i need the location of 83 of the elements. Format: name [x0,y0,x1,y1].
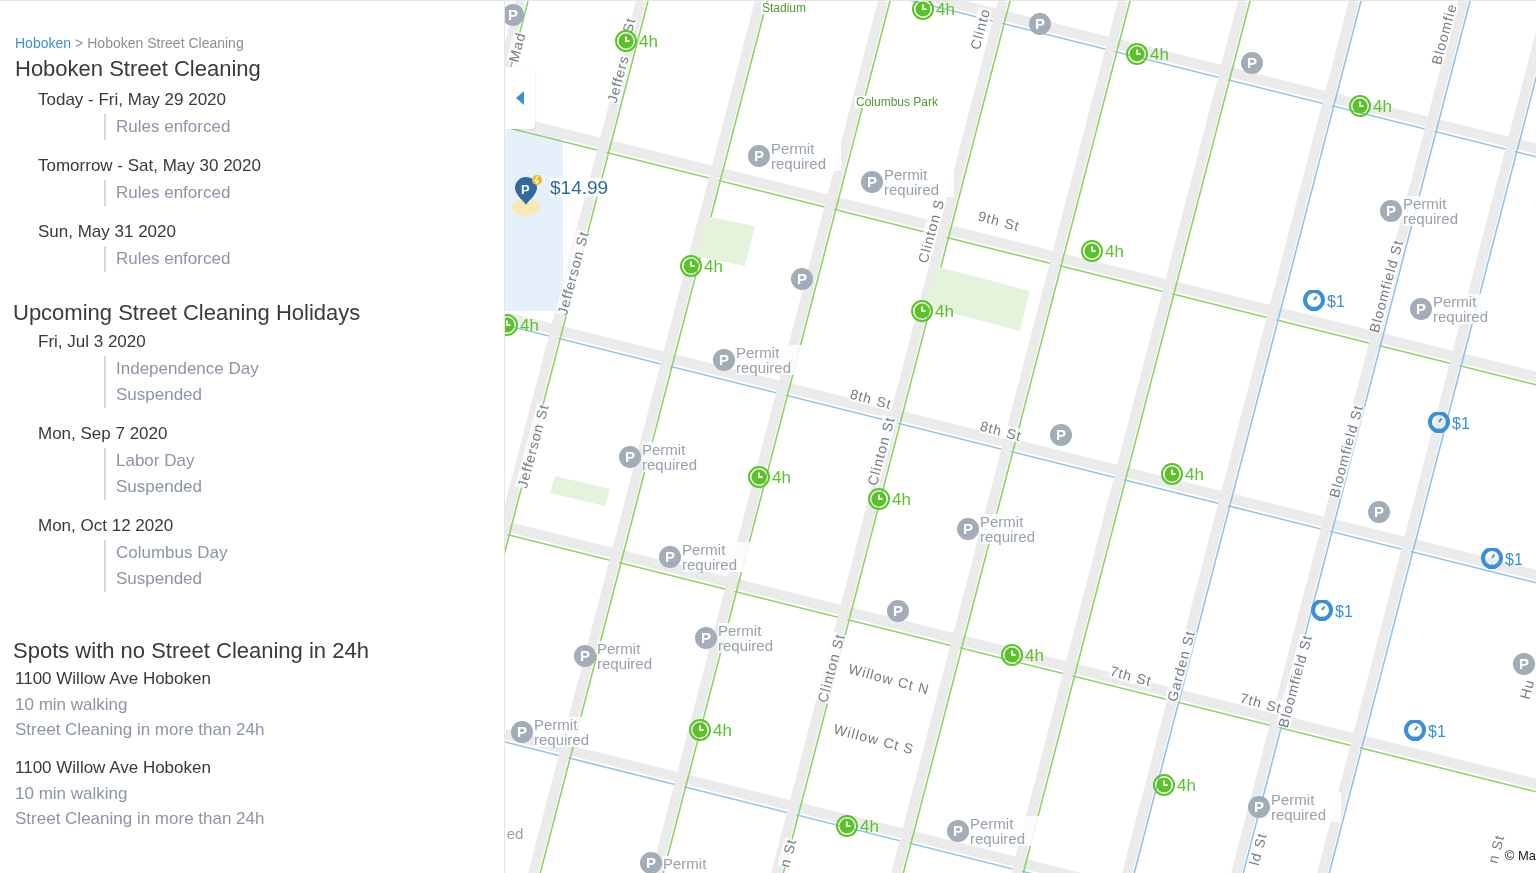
parking-marker[interactable]: P [1029,13,1051,35]
status-text: Suspended [116,568,204,590]
clock-icon [689,719,711,741]
street-label: Clinton St [815,632,847,704]
clock-icon [911,300,933,322]
time-limit-marker[interactable]: 4h [1161,463,1204,485]
time-limit-marker[interactable]: 4h [1153,774,1196,796]
parking-meter-icon [1303,290,1325,314]
clock-icon [868,488,890,510]
time-limit-marker[interactable]: 4h [748,466,791,488]
map-text: ed [506,825,524,841]
cleaning-note: Street Cleaning in more than 24h [15,719,266,741]
time-limit-marker[interactable]: 4h [505,314,539,336]
meter-price-marker[interactable]: $1 [1428,412,1470,436]
date-label: Today - Fri, May 29 2020 [38,89,228,111]
parking-marker[interactable]: P [1241,52,1263,74]
date-label: Tomorrow - Sat, May 30 2020 [38,155,262,177]
clock-icon [1001,644,1023,666]
time-limit-marker[interactable]: 4h [868,488,911,510]
status-text: Rules enforced [116,116,232,138]
date-label: Mon, Sep 7 2020 [38,423,169,445]
parking-marker[interactable]: P [1050,424,1072,446]
status-text: Columbus Day [116,542,229,564]
parking-marker[interactable]: P [505,4,524,26]
meter-price-marker[interactable]: $1 [1404,720,1446,744]
parking-marker[interactable]: P [1368,501,1390,523]
clock-icon [912,1,934,20]
status-text: Suspended [116,476,204,498]
breadcrumb-link[interactable]: Hoboken [15,33,72,53]
time-limit-marker[interactable]: 4h [836,815,879,837]
street-label: Willow Ct S [832,721,916,757]
clock-icon [1153,774,1175,796]
clock-icon [1081,240,1103,262]
parking-meter-icon [1404,720,1426,744]
meter-price-marker[interactable]: $1 [1303,290,1345,314]
section-heading: Spots with no Street Cleaning in 24h [13,637,370,665]
spot-address[interactable]: 1100 Willow Ave Hoboken [15,755,504,781]
status-text: Rules enforced [116,182,232,204]
status-text: Suspended [116,384,204,406]
time-limit-marker[interactable]: 4h [689,719,732,741]
meter-price-marker[interactable]: $1 [1481,548,1523,572]
time-limit-marker[interactable]: 4h [1126,43,1169,65]
status-text: Independence Day [116,358,260,380]
street-label: 9th St [976,208,1022,234]
parking-marker[interactable]: P [791,268,813,290]
time-limit-marker[interactable]: 4h [1349,95,1392,117]
time-limit-marker[interactable]: 4h [912,1,955,20]
section-heading: Upcoming Street Cleaning Holidays [13,299,362,327]
parking-marker[interactable]: P [887,600,909,622]
breadcrumb-current: Hoboken Street Cleaning [87,34,244,53]
date-label: Mon, Oct 12 2020 [38,515,175,537]
walking-time: 10 min walking [15,783,129,805]
date-label: Sun, May 31 2020 [38,221,177,243]
street-label: Hu [1517,677,1536,701]
parking-marker[interactable]: P [1513,653,1535,675]
clock-icon [680,255,702,277]
time-limit-marker[interactable]: 4h [680,255,723,277]
page-title: Hoboken Street Cleaning [15,55,262,83]
date-label: Fri, Jul 3 2020 [38,331,147,353]
clock-icon [748,466,770,488]
collapse-icon [516,91,524,105]
place-label: Columbus Park [855,96,939,108]
time-limit-marker[interactable]: 4h [911,300,954,322]
status-text: Labor Day [116,450,196,472]
park-area [550,476,610,506]
clock-icon [1349,95,1371,117]
walking-time: 10 min walking [15,694,129,716]
parking-meter-icon [1481,548,1503,572]
parking-meter-icon [1311,600,1333,624]
cleaning-note: Street Cleaning in more than 24h [15,808,266,830]
time-limit-marker[interactable]: 4h [1001,644,1044,666]
meter-price-marker[interactable]: $1 [1311,600,1353,624]
spot-address[interactable]: 1100 Willow Ave Hoboken [15,666,504,692]
street-label: Garden St [1164,629,1198,703]
clock-icon [836,815,858,837]
place-label: Stadium [761,2,807,14]
clock-icon [1161,463,1183,485]
collapse-panel-button[interactable] [505,67,535,129]
status-text: Rules enforced [116,248,232,270]
time-limit-marker[interactable]: 4h [1081,240,1124,262]
clock-icon [1126,43,1148,65]
parking-meter-icon [1428,412,1450,436]
breadcrumb-separator: > [75,34,84,53]
